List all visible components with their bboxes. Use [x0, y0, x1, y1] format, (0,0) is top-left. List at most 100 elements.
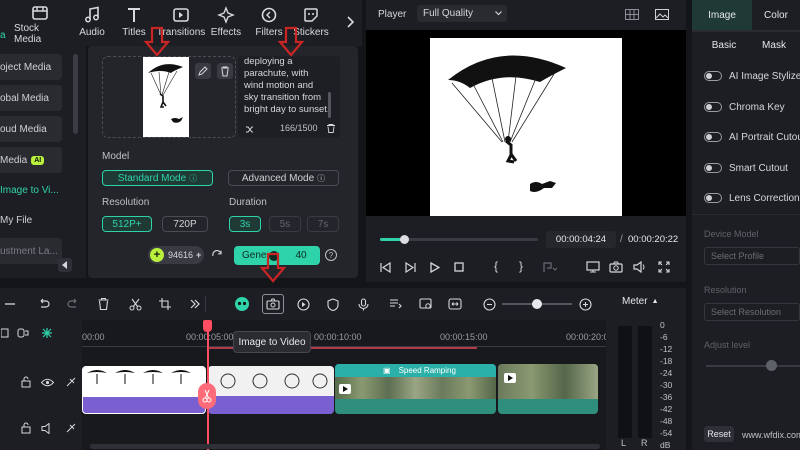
- more-tools-icon[interactable]: [184, 294, 206, 314]
- smart-cutout-toggle[interactable]: [704, 163, 722, 173]
- crop-icon[interactable]: [154, 294, 176, 314]
- help-icon[interactable]: ?: [325, 249, 337, 261]
- device-model-select[interactable]: Select Profile: [704, 247, 800, 265]
- sidebar-item-global-media[interactable]: obal Media: [0, 85, 62, 111]
- link-icon[interactable]: [16, 327, 30, 339]
- sidebar-item-adjustment-layer[interactable]: ustment La...: [0, 238, 62, 264]
- current-time[interactable]: 00:00:04:24: [546, 231, 616, 248]
- sidebar-item-image-to-video[interactable]: Image to Vi...: [0, 177, 62, 203]
- image-upload-area[interactable]: [102, 56, 236, 138]
- mark-in-icon[interactable]: {: [494, 259, 498, 273]
- tab-stickers[interactable]: Stickers: [285, 4, 337, 44]
- lens-correction-toggle[interactable]: [704, 193, 722, 203]
- video-clip-parachute[interactable]: [82, 366, 206, 414]
- stop-icon[interactable]: [452, 260, 466, 274]
- subtitle-icon[interactable]: [384, 294, 406, 314]
- credits-badge[interactable]: + 94616 +: [148, 246, 204, 264]
- resolution-720p-button[interactable]: 720P: [162, 216, 208, 232]
- fit-timeline-icon[interactable]: [444, 294, 466, 314]
- clear-prompt-icon[interactable]: [326, 123, 336, 134]
- resolution-512p-button[interactable]: 512P+: [102, 216, 152, 232]
- lock-track-icon-2[interactable]: [20, 421, 32, 435]
- redo-icon[interactable]: [62, 294, 84, 314]
- subtab-mask[interactable]: Mask: [750, 34, 798, 56]
- mark-out-icon[interactable]: }: [519, 259, 523, 273]
- smart-cutout-row[interactable]: Smart Cutout: [704, 158, 788, 178]
- video-clip-parachute-2[interactable]: [208, 366, 334, 414]
- zoom-slider-knob[interactable]: [532, 299, 542, 309]
- standard-mode-button[interactable]: Standard Mode ⓘ: [102, 170, 213, 186]
- generate-button[interactable]: Gene 40: [234, 246, 320, 265]
- ai-image-stylizer-toggle[interactable]: [704, 71, 722, 81]
- media-tab-partial[interactable]: a: [0, 30, 6, 41]
- lock-track-icon[interactable]: [20, 375, 32, 389]
- prompt-textarea[interactable]: deploying a parachute, with wind motion …: [244, 56, 330, 120]
- video-clip-speed-ramping[interactable]: ▣ Speed Ramping: [335, 364, 496, 414]
- toolbar-overflow-icon[interactable]: [0, 294, 22, 314]
- video-clip-4[interactable]: [498, 364, 598, 414]
- resolution-select[interactable]: Select Resolution: [704, 303, 800, 321]
- shuffle-icon[interactable]: [244, 124, 254, 134]
- zoom-out-icon[interactable]: [478, 294, 500, 314]
- play-icon[interactable]: [428, 260, 442, 274]
- advanced-mode-button[interactable]: Advanced Mode ⓘ: [228, 170, 339, 186]
- duration-5s-button[interactable]: 5s: [269, 216, 301, 232]
- adjust-level-knob[interactable]: [766, 360, 777, 371]
- grid-view-icon[interactable]: [624, 7, 640, 21]
- snap-magnet-icon[interactable]: [40, 326, 54, 340]
- sidebar-scrollbar[interactable]: [73, 54, 78, 134]
- collapse-sidebar-icon[interactable]: [58, 258, 72, 272]
- meter-dropdown[interactable]: Meter ▲: [622, 296, 659, 307]
- timeline-scrollbar[interactable]: [90, 444, 600, 449]
- ai-portrait-cutout-row[interactable]: AI Portrait Cutout: [704, 127, 800, 147]
- ai-copilot-icon[interactable]: [231, 294, 253, 314]
- duration-3s-button[interactable]: 3s: [229, 216, 261, 232]
- camera-snapshot-icon[interactable]: [608, 260, 624, 274]
- track-audio-icon-2[interactable]: [64, 421, 78, 435]
- marker-icon[interactable]: [542, 260, 558, 274]
- delete-image-icon[interactable]: [217, 63, 233, 79]
- tab-color[interactable]: Color: [752, 0, 800, 30]
- fullscreen-icon[interactable]: [656, 260, 672, 274]
- tab-image[interactable]: Image: [692, 0, 752, 30]
- speaker-icon[interactable]: [40, 421, 54, 435]
- sidebar-item-my-file[interactable]: My File: [0, 207, 62, 233]
- adjust-level-slider[interactable]: [706, 365, 800, 367]
- media-settings-icon[interactable]: [414, 294, 436, 314]
- ai-image-stylizer-row[interactable]: AI Image Stylizer: [704, 66, 800, 86]
- sidebar-item-cloud-media[interactable]: oud Media: [0, 116, 62, 142]
- prompt-box[interactable]: deploying a parachute, with wind motion …: [238, 56, 340, 138]
- snapshot-image-icon[interactable]: [654, 7, 670, 21]
- split-scissors-icon[interactable]: [198, 383, 216, 409]
- prompt-scrollbar[interactable]: [328, 92, 331, 118]
- previous-frame-icon[interactable]: [378, 260, 392, 274]
- subtab-basic[interactable]: Basic: [698, 34, 750, 56]
- zoom-in-icon[interactable]: [574, 294, 596, 314]
- display-monitor-icon[interactable]: [585, 260, 601, 274]
- duration-7s-button[interactable]: 7s: [307, 216, 339, 232]
- volume-icon[interactable]: [632, 260, 648, 274]
- tab-titles[interactable]: Titles: [108, 4, 160, 44]
- eye-visibility-icon[interactable]: [40, 375, 54, 389]
- undo-icon[interactable]: [32, 294, 54, 314]
- reset-button[interactable]: Reset: [704, 426, 734, 442]
- quality-dropdown[interactable]: Full Quality: [417, 5, 507, 22]
- refresh-icon[interactable]: [210, 248, 224, 262]
- image-to-video-icon[interactable]: [262, 294, 284, 314]
- cut-scissors-icon[interactable]: [124, 294, 146, 314]
- add-track-icon[interactable]: [0, 327, 10, 339]
- playback-progress-track[interactable]: [380, 235, 538, 244]
- tab-stock-media[interactable]: Stock Media: [14, 4, 66, 45]
- next-frame-icon[interactable]: [403, 260, 417, 274]
- preview-canvas[interactable]: [366, 30, 686, 216]
- shield-icon[interactable]: [322, 294, 344, 314]
- sidebar-item-ai-media[interactable]: Media AI: [0, 147, 62, 173]
- delete-clip-icon[interactable]: [92, 294, 114, 314]
- lens-correction-row[interactable]: Lens Correction: [704, 188, 800, 208]
- chroma-key-row[interactable]: Chroma Key: [704, 97, 785, 117]
- track-audio-icon[interactable]: [64, 375, 78, 389]
- scroll-right-icon[interactable]: [344, 14, 356, 30]
- playback-knob[interactable]: [399, 235, 409, 244]
- microphone-icon[interactable]: [352, 294, 374, 314]
- edit-image-icon[interactable]: [195, 63, 211, 79]
